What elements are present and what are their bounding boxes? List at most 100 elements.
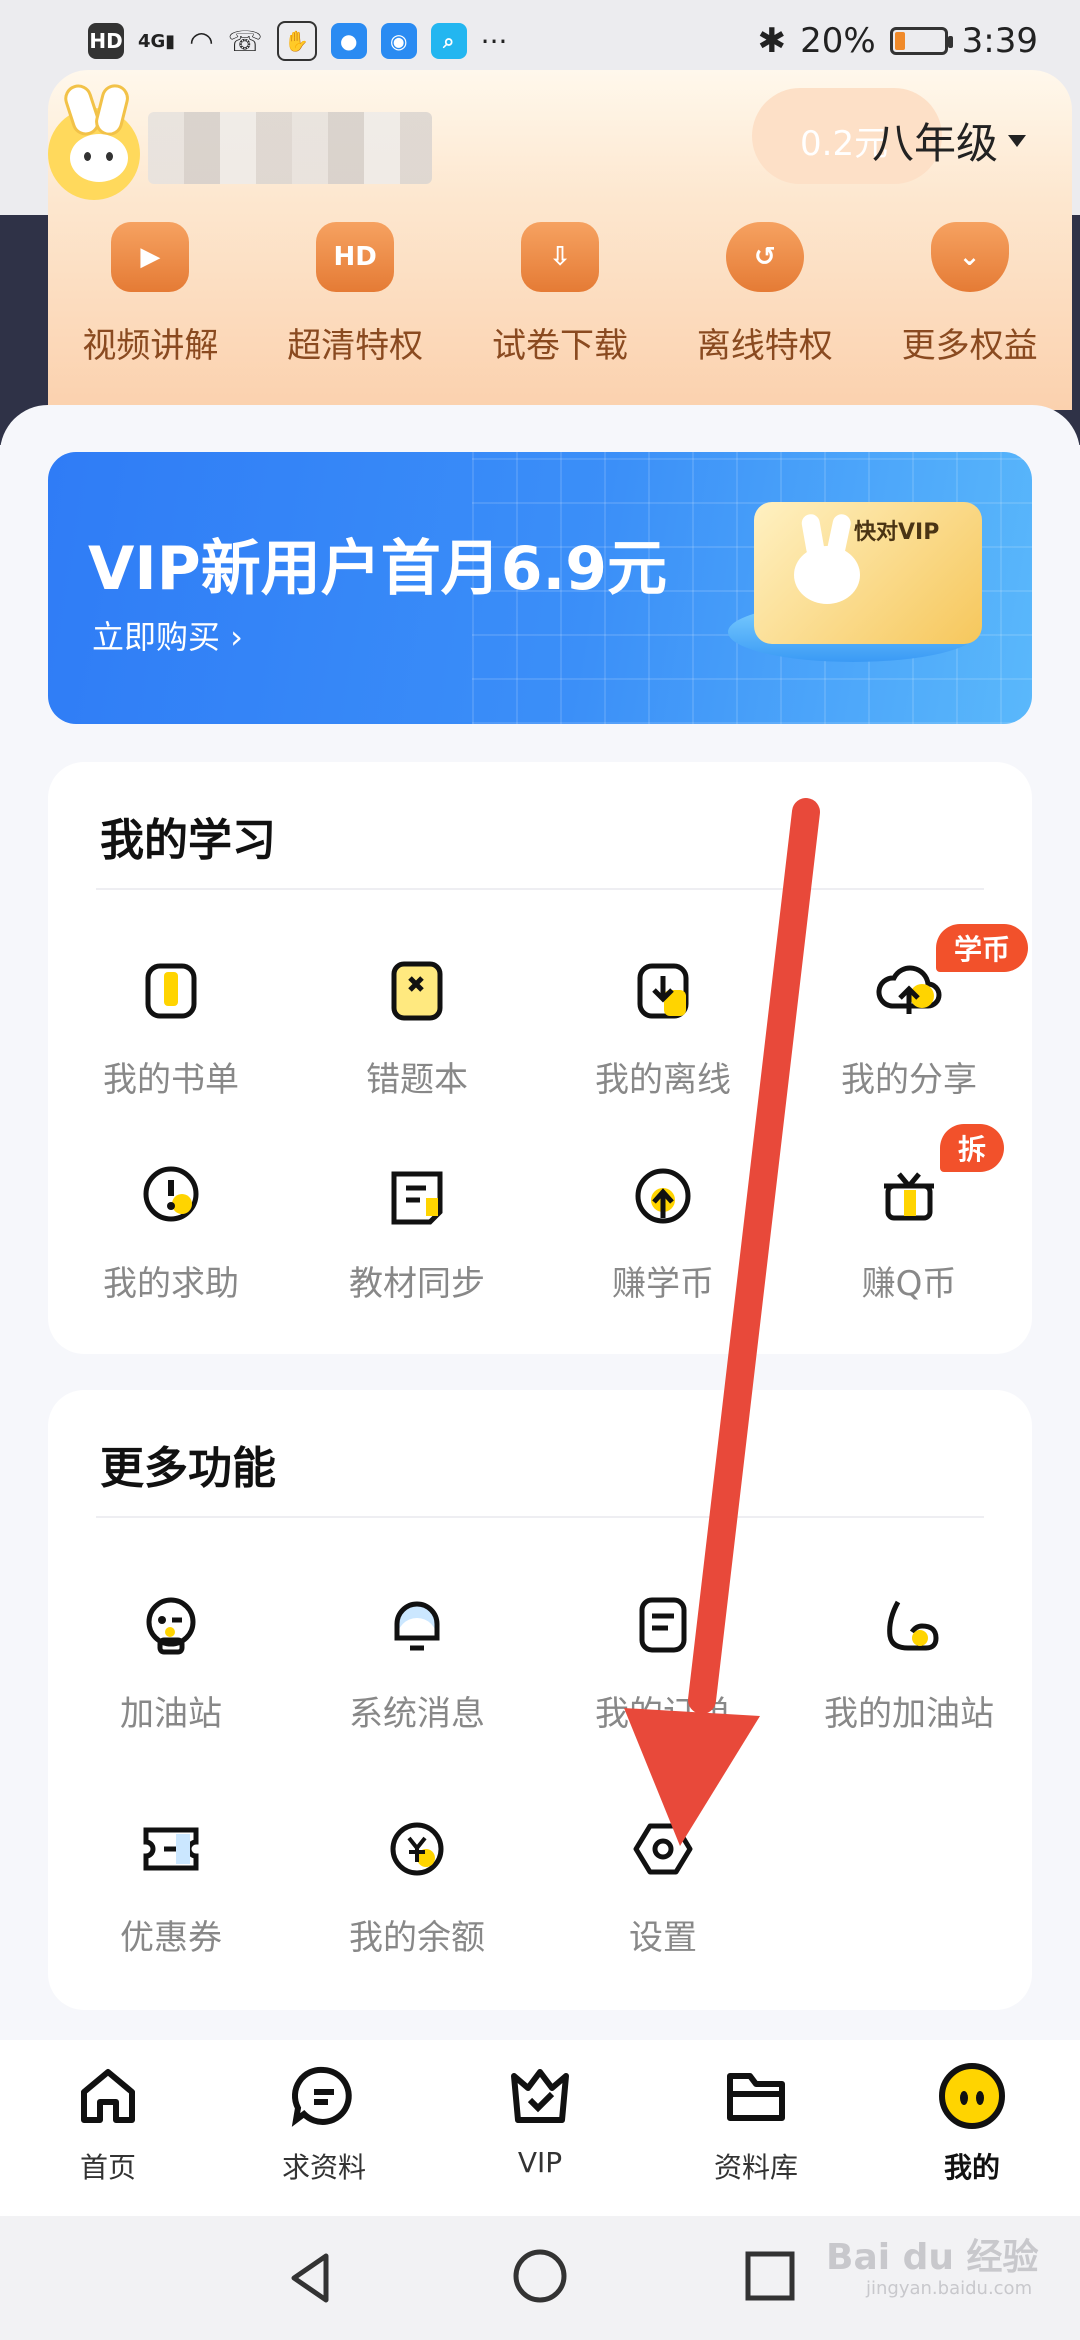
perk-label: 离线特权 bbox=[696, 326, 833, 366]
bell-icon bbox=[394, 1601, 440, 1651]
grid-item-label: 我的余额 bbox=[349, 1918, 485, 1958]
watermark: Bai du 经验 bbox=[826, 2237, 1039, 2278]
download-icon: ⇩ bbox=[520, 222, 599, 292]
grid-item-my-offline[interactable]: 我的离线 bbox=[540, 956, 786, 1101]
home-circle-icon[interactable] bbox=[510, 2246, 570, 2306]
gift-icon bbox=[884, 1172, 934, 1221]
back-icon[interactable] bbox=[282, 2248, 342, 2308]
status-icons-left: HD 4G▮ ◠ ☏ ✋ ● ◉ ⌕ ··· bbox=[88, 18, 507, 64]
battery-percent: 20% bbox=[800, 21, 876, 61]
grid-item-label: 赚Q币 bbox=[861, 1264, 957, 1304]
grid-item-label: 我的加油站 bbox=[824, 1694, 994, 1734]
nav-library[interactable]: 资料库 bbox=[648, 2060, 864, 2186]
grid-item-label: 优惠券 bbox=[120, 1918, 222, 1958]
watermark-url: jingyan.baidu.com bbox=[866, 2278, 1033, 2299]
nav-label: 求资料 bbox=[281, 2151, 366, 2184]
nav-label: VIP bbox=[517, 2146, 563, 2179]
nav-mine[interactable]: 我的 bbox=[864, 2060, 1080, 2186]
nav-label: 资料库 bbox=[713, 2151, 798, 2184]
divider bbox=[96, 888, 984, 890]
nav-label: 首页 bbox=[79, 2151, 136, 2184]
settings-icon bbox=[633, 1823, 693, 1875]
search-app-icon: ⌕ bbox=[430, 23, 467, 59]
grid-item-label: 我的书单 bbox=[103, 1060, 239, 1100]
yuan-icon bbox=[390, 1822, 444, 1876]
grid-item-my-orders[interactable]: 我的订单 bbox=[540, 1590, 786, 1735]
grid-item-coupons[interactable]: 优惠券 bbox=[48, 1814, 294, 1959]
grid-item-settings[interactable]: 设置 bbox=[540, 1814, 786, 1959]
hand-icon: ✋ bbox=[276, 21, 317, 61]
grid-item-label: 系统消息 bbox=[349, 1694, 485, 1734]
avatar-face-icon bbox=[939, 2063, 1005, 2129]
divider bbox=[96, 1516, 984, 1518]
order-icon bbox=[639, 1597, 687, 1653]
recents-icon[interactable] bbox=[742, 2248, 798, 2304]
video-icon: ▶ bbox=[111, 222, 190, 292]
section-title: 更多功能 bbox=[100, 1443, 276, 1494]
open-badge: 拆 bbox=[940, 1124, 1005, 1172]
perk-label: 视频讲解 bbox=[82, 326, 219, 366]
grid-item-label: 设置 bbox=[629, 1918, 697, 1958]
crown-icon bbox=[511, 2069, 569, 2123]
nav-vip[interactable]: VIP bbox=[432, 2060, 648, 2179]
hd-icon: HD bbox=[88, 23, 124, 59]
bottom-nav: 首页 求资料 VIP 资料库 我的 bbox=[0, 2040, 1080, 2216]
vip-promo-banner[interactable]: VIP新用户首月6.9元 立即购买 › 快对VIP bbox=[48, 452, 1032, 724]
perk-hd[interactable]: HD 超清特权 bbox=[253, 222, 458, 382]
grid-item-gas-station[interactable]: 加油站 bbox=[48, 1590, 294, 1735]
grid-item-balance[interactable]: 我的余额 bbox=[294, 1814, 540, 1959]
grid-item-system-messages[interactable]: 系统消息 bbox=[294, 1590, 540, 1735]
grid-item-error-book[interactable]: 错题本 bbox=[294, 956, 540, 1101]
coupon-icon bbox=[143, 1827, 199, 1871]
chat-icon bbox=[291, 2066, 352, 2127]
grade-selector[interactable]: 八年级 bbox=[872, 110, 1027, 171]
heart-down-icon: ⌄ bbox=[930, 222, 1009, 292]
grid-item-my-gas-station[interactable]: 我的加油站 bbox=[786, 1590, 1032, 1735]
error-book-icon bbox=[391, 961, 443, 1021]
nav-label: 我的 bbox=[943, 2151, 1000, 2184]
nav-request[interactable]: 求资料 bbox=[216, 2060, 432, 2186]
my-study-card: 我的学习 我的书单 错题本 我的离线 我的分享 学币 我的求助 教材同步 赚学币… bbox=[48, 762, 1032, 1354]
perk-more[interactable]: ⌄ 更多权益 bbox=[867, 222, 1072, 382]
earn-coin-icon bbox=[635, 1168, 691, 1224]
grade-label: 八年级 bbox=[872, 119, 999, 168]
grid-item-label: 我的分享 bbox=[841, 1060, 977, 1100]
grid-item-textbook-sync[interactable]: 教材同步 bbox=[294, 1160, 540, 1305]
grid-item-my-share[interactable]: 我的分享 bbox=[786, 956, 1032, 1101]
nav-home[interactable]: 首页 bbox=[0, 2060, 216, 2186]
perk-label: 超清特权 bbox=[287, 326, 424, 366]
textbook-icon bbox=[391, 1171, 443, 1225]
grid-item-label: 错题本 bbox=[366, 1060, 468, 1100]
wifi-icon: ◠ bbox=[189, 24, 214, 58]
perk-label: 试卷下载 bbox=[491, 326, 628, 366]
muscle-icon bbox=[887, 1600, 939, 1651]
grid-item-label: 加油站 bbox=[120, 1694, 222, 1734]
more-dots-icon: ··· bbox=[480, 24, 508, 58]
bluetooth-icon: ✱ bbox=[757, 21, 787, 61]
missed-call-icon: ☏ bbox=[227, 24, 263, 58]
perk-video[interactable]: ▶ 视频讲解 bbox=[48, 222, 253, 382]
section-title: 我的学习 bbox=[100, 815, 276, 866]
grid-item-earn-q-coins[interactable]: 赚Q币 bbox=[786, 1160, 1032, 1305]
grid-item-earn-coins[interactable]: 赚学币 bbox=[540, 1160, 786, 1305]
battery-icon bbox=[889, 27, 953, 55]
grid-item-label: 教材同步 bbox=[349, 1264, 485, 1304]
book-icon bbox=[145, 963, 197, 1019]
perk-offline[interactable]: ↺ 离线特权 bbox=[662, 222, 867, 382]
status-icons-right: ✱ 20% 3:39 bbox=[758, 18, 1038, 64]
caret-down-icon bbox=[1008, 134, 1027, 147]
bulb-icon: ◉ bbox=[380, 23, 417, 59]
app-icon: ● bbox=[330, 23, 367, 59]
grid-item-book-list[interactable]: 我的书单 bbox=[48, 956, 294, 1101]
more-features-card: 更多功能 加油站 系统消息 我的订单 我的加油站 优惠券 我的余额 设置 bbox=[48, 1390, 1032, 2010]
grid-item-label: 赚学币 bbox=[612, 1264, 714, 1304]
cloud-icon: ↺ bbox=[725, 222, 804, 292]
offline-download-icon bbox=[637, 963, 689, 1019]
banner-buy-link[interactable]: 立即购买 › bbox=[92, 612, 243, 658]
grid-item-help[interactable]: 我的求助 bbox=[48, 1160, 294, 1305]
clock: 3:39 bbox=[961, 21, 1038, 61]
username-blurred[interactable] bbox=[148, 112, 432, 184]
user-avatar[interactable] bbox=[48, 80, 140, 200]
grid-item-label: 我的离线 bbox=[595, 1060, 731, 1100]
perk-download[interactable]: ⇩ 试卷下载 bbox=[458, 222, 663, 382]
